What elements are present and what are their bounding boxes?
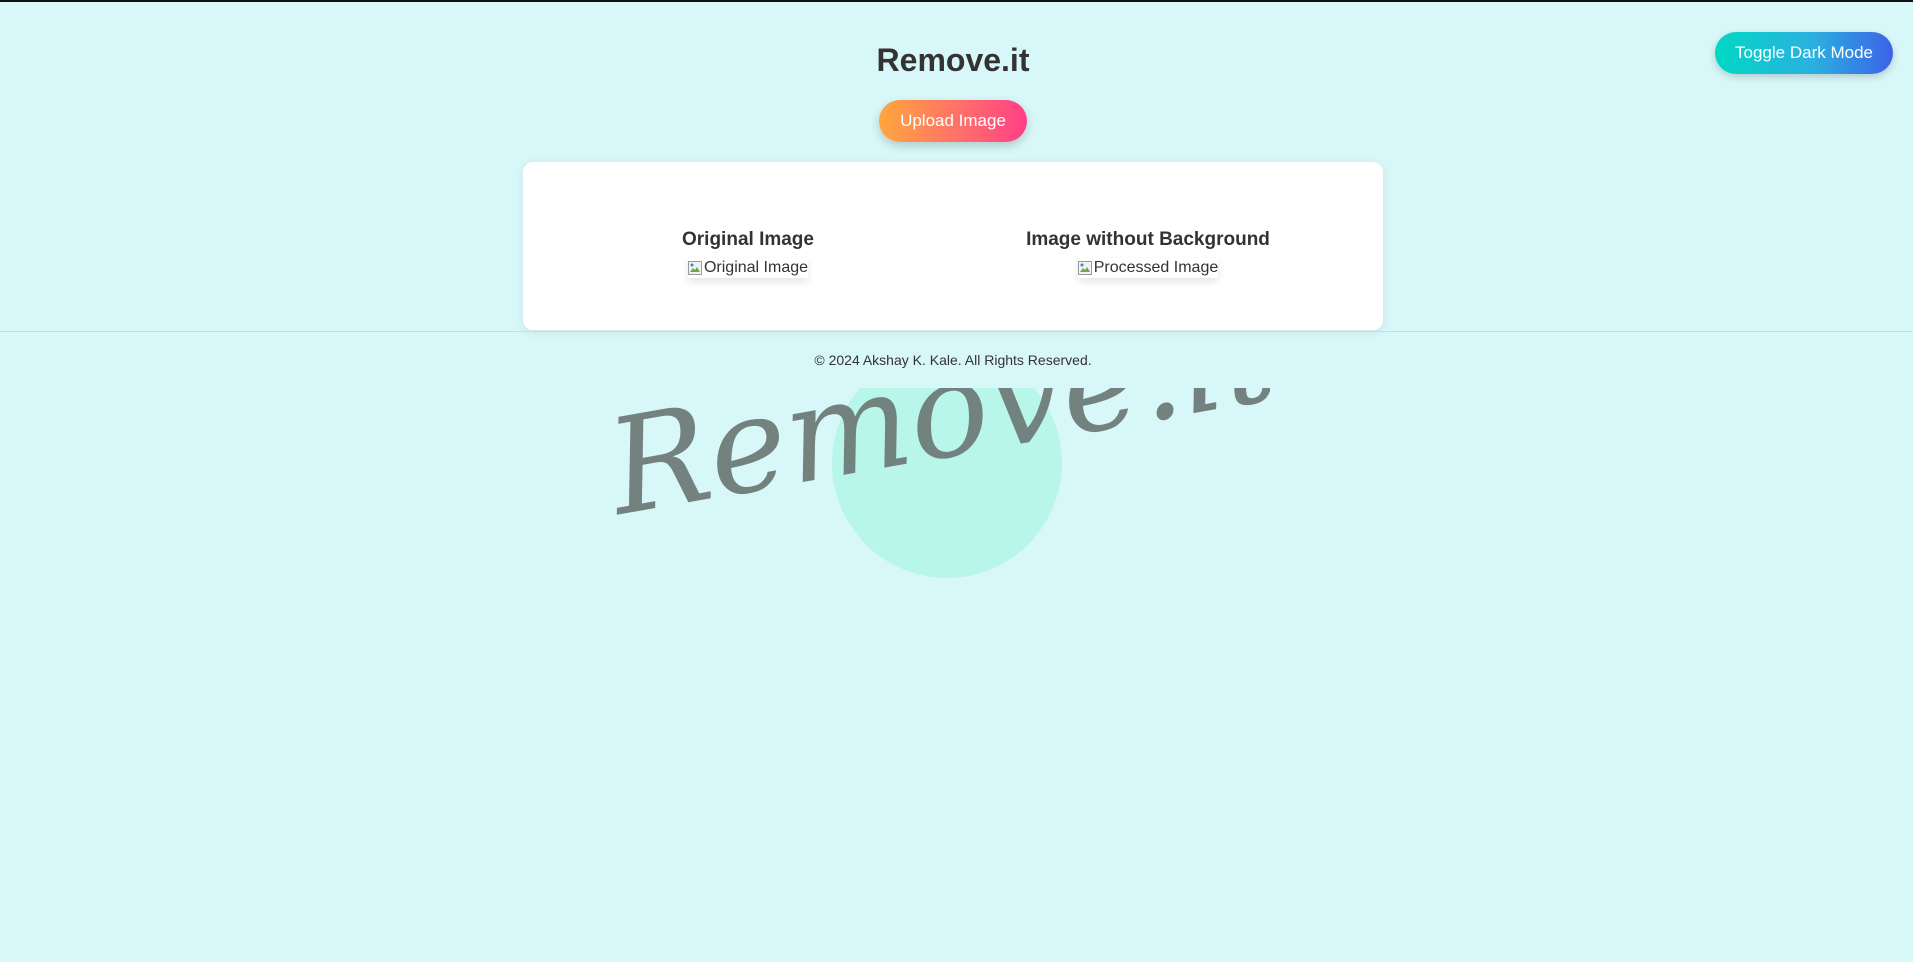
- original-image-alt-text: Original Image: [703, 259, 809, 276]
- footer-copyright: © 2024 Akshay K. Kale. All Rights Reserv…: [814, 352, 1092, 368]
- upload-image-button[interactable]: Upload Image: [879, 100, 1027, 142]
- processed-image-panel: Image without Background Processed Image: [953, 228, 1343, 280]
- processed-image: Processed Image: [1077, 258, 1219, 278]
- bottom-strip: [0, 962, 1913, 970]
- top-border: [0, 0, 1913, 2]
- footer-divider: [0, 331, 1913, 332]
- original-image-heading: Original Image: [682, 229, 814, 250]
- processed-image-heading: Image without Background: [1026, 229, 1270, 250]
- processed-image-alt-text: Processed Image: [1093, 259, 1219, 276]
- original-image-panel: Original Image Original Image: [583, 228, 913, 280]
- broken-image-icon: [687, 261, 702, 275]
- page-title: Remove.it: [876, 42, 1030, 78]
- image-comparison-card: Original Image Original Image Image with…: [523, 162, 1383, 330]
- remove-it-logo: Remove.it: [610, 388, 1270, 578]
- broken-image-icon: [1077, 261, 1092, 275]
- original-image: Original Image: [687, 258, 809, 278]
